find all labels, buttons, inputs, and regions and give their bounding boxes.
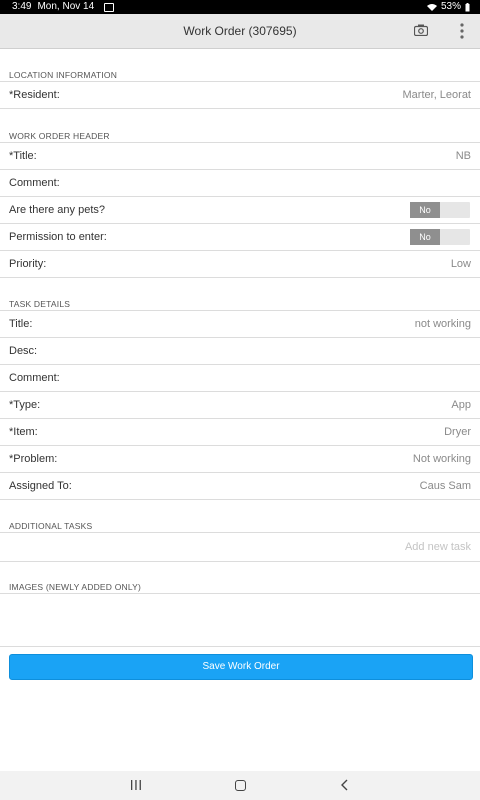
save-work-order-button[interactable]: Save Work Order — [9, 654, 473, 680]
wo-comment-label: Comment: — [9, 177, 60, 189]
assigned-value: Caus Sam — [419, 480, 471, 492]
row-task-desc[interactable]: Desc: — [0, 337, 480, 364]
back-icon[interactable] — [340, 779, 350, 791]
row-pets: Are there any pets? No — [0, 196, 480, 223]
gallery-icon — [104, 2, 115, 12]
camera-icon[interactable] — [414, 24, 428, 36]
resident-label: *Resident: — [9, 89, 60, 101]
page-title: Work Order (307695) — [183, 24, 297, 38]
task-item-value: Dryer — [444, 426, 471, 438]
row-task-item[interactable]: *Item: Dryer — [0, 418, 480, 445]
images-area[interactable] — [0, 593, 480, 647]
row-assigned[interactable]: Assigned To: Caus Sam — [0, 472, 480, 500]
section-header-header: WORK ORDER HEADER — [0, 127, 480, 141]
row-task-type[interactable]: *Type: App — [0, 391, 480, 418]
section-additional-title: ADDITIONAL TASKS — [9, 521, 93, 531]
row-wo-title[interactable]: *Title: NB — [0, 142, 480, 169]
pets-toggle[interactable]: No — [410, 202, 470, 218]
row-priority[interactable]: Priority: Low — [0, 250, 480, 278]
row-permission: Permission to enter: No — [0, 223, 480, 250]
battery-level: 53% — [440, 1, 461, 12]
permission-toggle-value: No — [410, 229, 440, 245]
row-task-problem[interactable]: *Problem: Not working — [0, 445, 480, 472]
pets-toggle-value: No — [410, 202, 440, 218]
more-vert-icon[interactable] — [460, 23, 464, 39]
task-problem-value: Not working — [412, 453, 471, 465]
resident-value: Marter, Leorat — [402, 89, 471, 101]
task-title-value: not working — [414, 318, 471, 330]
section-header-title: WORK ORDER HEADER — [9, 131, 110, 141]
section-images-title: IMAGES (NEWLY ADDED ONLY) — [9, 582, 142, 592]
status-right: 53% — [426, 0, 470, 14]
app-bar: Work Order (307695) — [0, 14, 480, 49]
task-problem-label: *Problem: — [9, 453, 58, 465]
battery-icon — [465, 2, 470, 11]
task-item-label: *Item: — [9, 426, 38, 438]
wo-title-value: NB — [455, 150, 471, 162]
home-icon[interactable] — [235, 780, 246, 791]
status-time: 3:49 — [12, 1, 32, 12]
wo-title-label: *Title: — [9, 150, 37, 162]
status-date: Mon, Nov 14 — [37, 1, 95, 12]
section-location-header: LOCATION INFORMATION — [0, 66, 480, 80]
task-title-label: Title: — [9, 318, 33, 330]
priority-value: Low — [450, 258, 471, 270]
wifi-icon — [426, 4, 437, 11]
priority-label: Priority: — [9, 258, 47, 270]
row-task-comment[interactable]: Comment: — [0, 364, 480, 391]
task-desc-label: Desc: — [9, 345, 38, 357]
add-task-input[interactable]: Add new task — [0, 532, 480, 562]
section-task-title: TASK DETAILS — [9, 299, 71, 309]
row-task-title[interactable]: Title: not working — [0, 310, 480, 337]
section-location-title: LOCATION INFORMATION — [9, 70, 118, 80]
section-images-header: IMAGES (NEWLY ADDED ONLY) — [0, 578, 480, 592]
task-comment-label: Comment: — [9, 372, 60, 384]
status-left: 3:49 Mon, Nov 14 — [12, 0, 115, 14]
section-additional-header: ADDITIONAL TASKS — [0, 517, 480, 531]
form-content[interactable]: LOCATION INFORMATION *Resident: Marter, … — [0, 49, 480, 770]
permission-label: Permission to enter: — [9, 231, 107, 243]
recent-apps-icon[interactable] — [130, 780, 142, 790]
task-type-value: App — [451, 399, 471, 411]
permission-toggle[interactable]: No — [410, 229, 470, 245]
row-wo-comment[interactable]: Comment: — [0, 169, 480, 196]
task-type-label: *Type: — [9, 399, 41, 411]
pets-label: Are there any pets? — [9, 204, 106, 216]
section-task-header: TASK DETAILS — [0, 295, 480, 309]
status-bar: 3:49 Mon, Nov 14 53% — [0, 0, 480, 14]
system-nav-bar — [0, 771, 480, 800]
assigned-label: Assigned To: — [9, 480, 72, 492]
add-task-placeholder: Add new task — [404, 541, 471, 553]
row-resident[interactable]: *Resident: Marter, Leorat — [0, 81, 480, 109]
